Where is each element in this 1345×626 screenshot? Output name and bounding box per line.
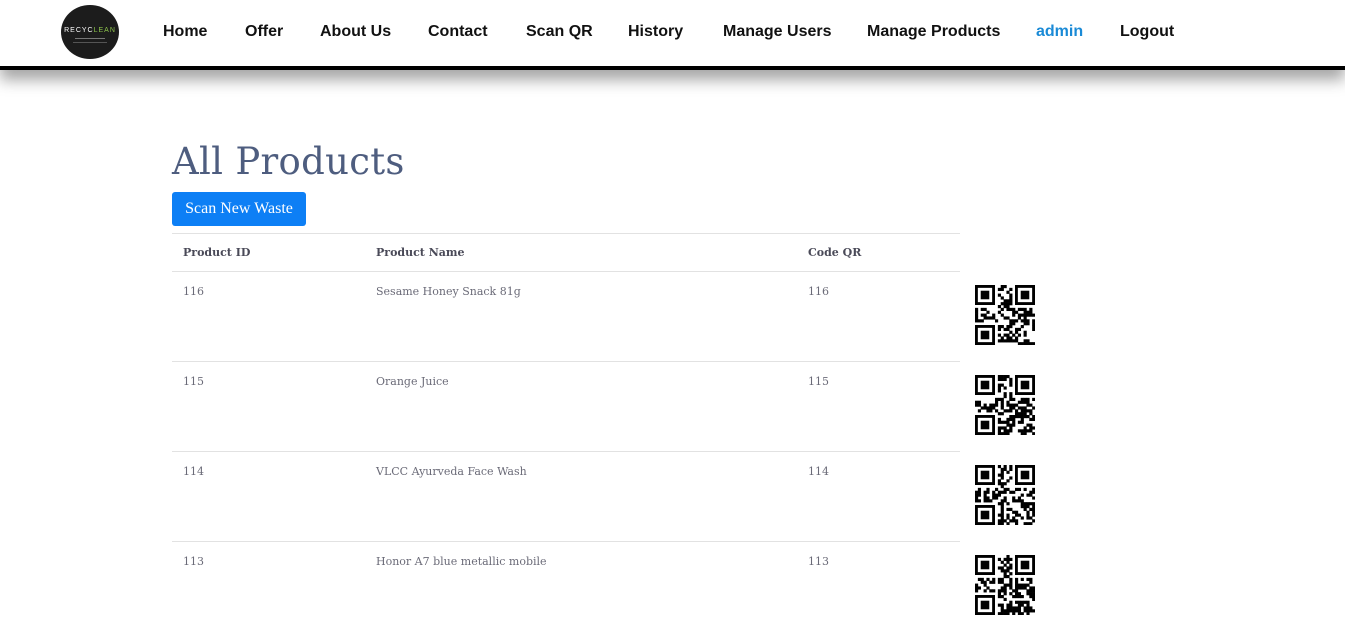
nav-manage-products[interactable]: Manage Products	[867, 23, 1000, 41]
row-product-id: 116	[183, 285, 204, 298]
qr-code-icon[interactable]	[975, 555, 1036, 616]
nav-home[interactable]: Home	[163, 23, 207, 41]
nav-scan-qr[interactable]: Scan QR	[526, 23, 593, 41]
row-code-qr: 114	[808, 465, 829, 478]
scan-new-waste-button[interactable]: Scan New Waste	[172, 192, 306, 226]
header-product-id: Product ID	[183, 246, 251, 259]
header-product-name: Product Name	[376, 246, 465, 259]
row-product-name: Sesame Honey Snack 81g	[376, 285, 521, 298]
row-code-qr: 113	[808, 555, 829, 568]
nav-history[interactable]: History	[628, 23, 683, 41]
row-code-qr: 115	[808, 375, 829, 388]
navbar: RECYCLEAN Home Offer About Us Contact Sc…	[0, 0, 1345, 70]
nav-offer[interactable]: Offer	[245, 23, 283, 41]
nav-admin[interactable]: admin	[1036, 23, 1083, 41]
nav-contact[interactable]: Contact	[428, 23, 488, 41]
qr-code-icon[interactable]	[975, 375, 1036, 436]
recyclean-logo[interactable]: RECYCLEAN	[61, 5, 119, 59]
page-title: All Products	[172, 140, 405, 183]
nav-about-us[interactable]: About Us	[320, 23, 391, 41]
row-product-name: Orange Juice	[376, 375, 449, 388]
qr-code-icon[interactable]	[975, 285, 1036, 346]
row-product-name: Honor A7 blue metallic mobile	[376, 555, 547, 568]
header-code-qr: Code QR	[808, 246, 862, 259]
row-product-id: 114	[183, 465, 204, 478]
nav-manage-users[interactable]: Manage Users	[723, 23, 832, 41]
nav-logout[interactable]: Logout	[1120, 23, 1174, 41]
qr-code-icon[interactable]	[975, 465, 1036, 526]
row-product-id: 115	[183, 375, 204, 388]
row-code-qr: 116	[808, 285, 829, 298]
row-product-id: 113	[183, 555, 204, 568]
row-product-name: VLCC Ayurveda Face Wash	[376, 465, 527, 478]
